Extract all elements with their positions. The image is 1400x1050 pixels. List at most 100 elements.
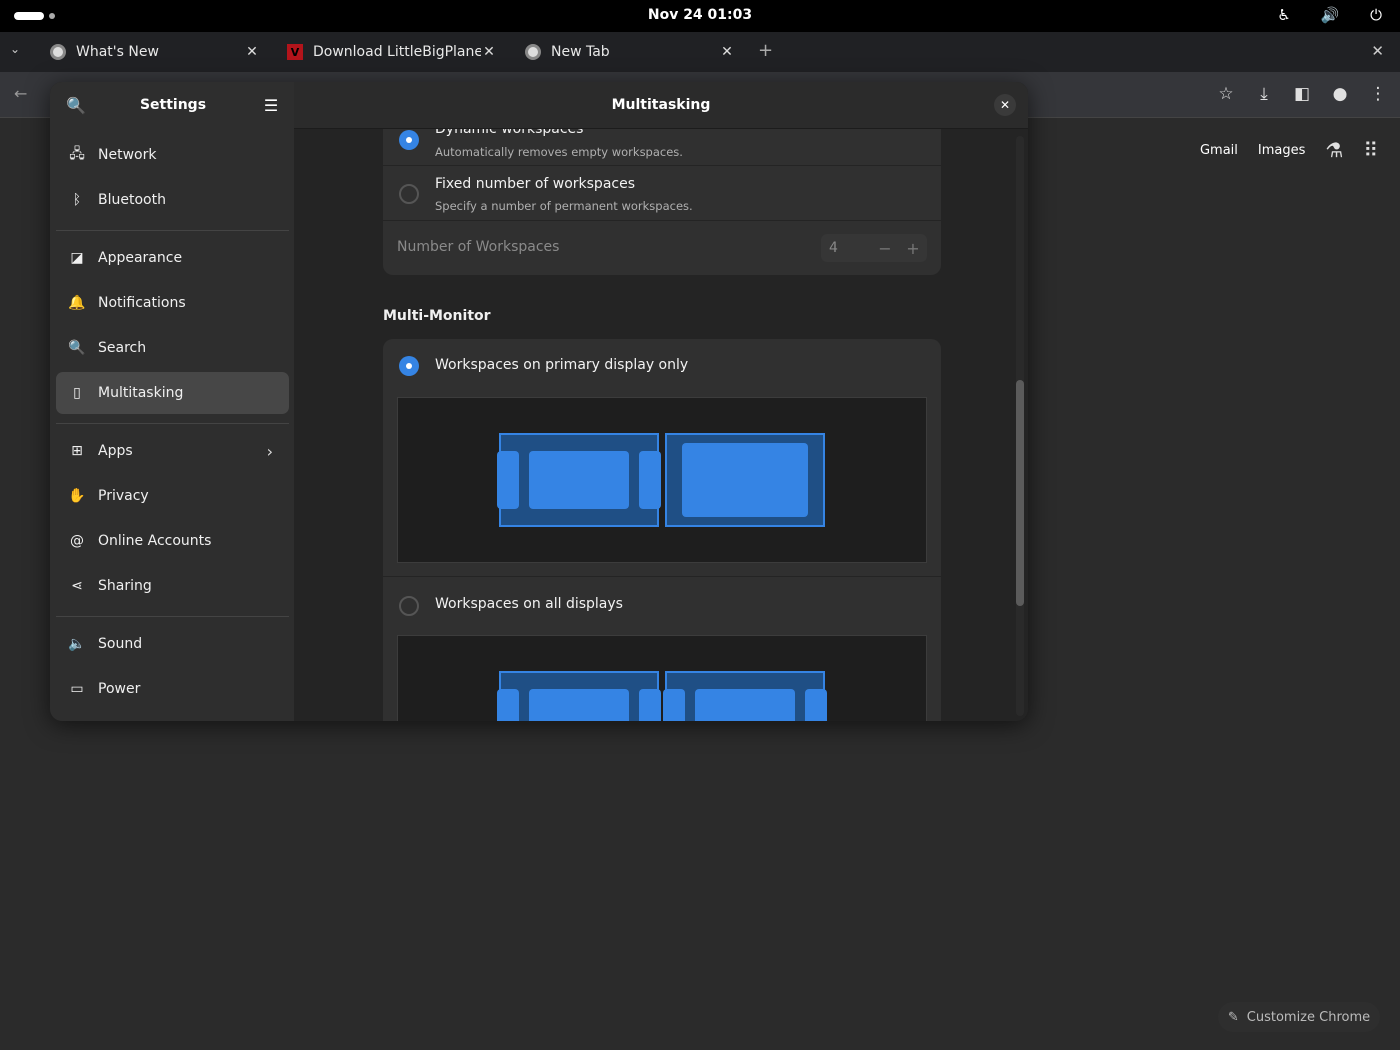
activities-indicator[interactable]	[14, 12, 55, 20]
images-link[interactable]: Images	[1258, 143, 1306, 158]
battery-icon: ▭	[70, 681, 84, 697]
new-tab-button[interactable]: +	[758, 40, 773, 61]
search-icon: 🔍	[68, 340, 86, 356]
tab-close-icon[interactable]: ✕	[244, 44, 260, 60]
customize-chrome-label: Customize Chrome	[1246, 1009, 1371, 1025]
settings-scroll-area[interactable]: Dynamic workspaces Automatically removes…	[294, 129, 1028, 721]
tab-close-icon[interactable]: ✕	[481, 44, 497, 60]
accessibility-icon[interactable]: ♿	[1274, 6, 1294, 24]
sidebar-item-apps[interactable]: ⊞ Apps ›	[56, 430, 289, 472]
sidebar-item-privacy[interactable]: ✋ Privacy	[56, 475, 289, 517]
labs-flask-icon[interactable]: ⚗	[1325, 138, 1343, 162]
google-links: Gmail Images ⚗ ⠿	[1200, 138, 1378, 162]
hamburger-menu-icon[interactable]: ☰	[262, 96, 280, 115]
chrome-icon	[525, 44, 541, 60]
sidebar-item-label: Network	[98, 147, 157, 163]
sidebar-divider	[56, 616, 289, 617]
side-panel-icon[interactable]: ◧	[1292, 84, 1312, 104]
sidebar-item-power[interactable]: ▭ Power	[56, 668, 289, 710]
back-arrow-icon[interactable]: ←	[14, 84, 27, 103]
gmail-link[interactable]: Gmail	[1200, 143, 1238, 158]
sidebar-item-label: Multitasking	[98, 385, 184, 401]
workspace-dot	[49, 13, 55, 19]
sidebar-item-search[interactable]: 🔍 Search	[56, 327, 289, 369]
number-of-workspaces-row: Number of Workspaces 4 − +	[383, 221, 941, 275]
primary-display-radio[interactable]	[399, 356, 419, 376]
tab-download-littlebigplanet[interactable]: V Download LittleBigPlanet ✕	[277, 36, 507, 68]
settings-window: 🔍 Settings ☰ 🖧 Network ᛒ Bluetooth ◪ App…	[50, 82, 1028, 721]
close-window-icon[interactable]: ✕	[1371, 42, 1384, 60]
sidebar-item-multitasking[interactable]: ▯ Multitasking	[56, 372, 289, 414]
search-icon[interactable]: 🔍	[66, 96, 86, 115]
scrollbar-thumb[interactable]	[1016, 380, 1024, 606]
fixed-workspaces-label: Fixed number of workspaces	[435, 176, 636, 192]
multi-monitor-card: Workspaces on primary display only Works…	[383, 339, 941, 721]
tab-new-tab[interactable]: New Tab ✕	[515, 36, 745, 68]
profile-icon[interactable]: ●	[1330, 84, 1350, 104]
workspaces-count-stepper[interactable]: 4 − +	[821, 234, 927, 262]
clock[interactable]: Nov 24 01:03	[648, 7, 752, 23]
dynamic-workspaces-radio[interactable]	[399, 130, 419, 150]
sidebar-item-sharing[interactable]: ⋖ Sharing	[56, 565, 289, 607]
monitor-secondary	[665, 433, 825, 527]
sidebar-item-online-accounts[interactable]: @ Online Accounts	[56, 520, 289, 562]
power-icon[interactable]: ⏻	[1366, 6, 1386, 24]
workspaces-card: Dynamic workspaces Automatically removes…	[383, 129, 941, 275]
settings-content: Multitasking ✕ Dynamic workspaces Automa…	[294, 82, 1028, 721]
sidebar-item-network[interactable]: 🖧 Network	[56, 134, 289, 176]
all-displays-row[interactable]: Workspaces on all displays	[383, 577, 941, 721]
customize-chrome-button[interactable]: ✎ Customize Chrome	[1218, 1002, 1380, 1032]
primary-display-label: Workspaces on primary display only	[435, 357, 689, 373]
appearance-icon: ◪	[70, 250, 84, 266]
pencil-icon: ✎	[1227, 1009, 1239, 1025]
volume-icon[interactable]: 🔊	[1320, 6, 1340, 24]
sidebar-divider	[56, 423, 289, 424]
sidebar-item-sound[interactable]: 🔈 Sound	[56, 623, 289, 665]
sidebar-item-label: Sharing	[98, 578, 152, 594]
chrome-icon	[50, 44, 66, 60]
fixed-workspaces-row[interactable]: Fixed number of workspaces Specify a num…	[383, 166, 941, 221]
dynamic-workspaces-label: Dynamic workspaces	[435, 129, 584, 137]
dynamic-workspaces-description: Automatically removes empty workspaces.	[435, 145, 683, 159]
sidebar-item-label: Privacy	[98, 488, 149, 504]
bluetooth-icon: ᛒ	[72, 192, 82, 208]
more-menu-icon[interactable]: ⋮	[1368, 84, 1388, 104]
primary-display-row[interactable]: Workspaces on primary display only	[383, 339, 941, 577]
sidebar-item-label: Appearance	[98, 250, 183, 266]
settings-sidebar: 🔍 Settings ☰ 🖧 Network ᛒ Bluetooth ◪ App…	[50, 82, 294, 721]
tab-whats-new[interactable]: What's New ✕	[40, 36, 270, 68]
apps-grid-icon[interactable]: ⠿	[1363, 138, 1378, 162]
page-title: Multitasking	[294, 82, 1028, 129]
fixed-workspaces-description: Specify a number of permanent workspaces…	[435, 199, 693, 213]
primary-display-preview	[397, 397, 927, 563]
fixed-workspaces-radio[interactable]	[399, 184, 419, 204]
bell-icon: 🔔	[68, 295, 86, 311]
decrement-button[interactable]: −	[871, 239, 899, 258]
tab-search-chevron-icon[interactable]: ⌄	[10, 42, 20, 56]
close-settings-button[interactable]: ✕	[994, 94, 1016, 116]
sidebar-item-label: Bluetooth	[98, 192, 166, 208]
system-top-bar: Nov 24 01:03 ♿ 🔊 ⏻	[0, 0, 1400, 32]
sidebar-item-appearance[interactable]: ◪ Appearance	[56, 237, 289, 279]
download-icon[interactable]: ⤓	[1254, 84, 1274, 104]
sidebar-item-label: Apps	[98, 443, 133, 459]
increment-button[interactable]: +	[899, 239, 927, 258]
vertical-scrollbar[interactable]	[1016, 136, 1024, 716]
multi-monitor-heading: Multi-Monitor	[383, 308, 491, 324]
sidebar-item-label: Online Accounts	[98, 533, 212, 549]
bookmark-star-icon[interactable]: ☆	[1216, 84, 1236, 104]
workspace-active-pill	[14, 12, 44, 20]
tab-title: Download LittleBigPlanet	[313, 44, 481, 60]
sidebar-item-bluetooth[interactable]: ᛒ Bluetooth	[56, 179, 289, 221]
multitasking-icon: ▯	[73, 385, 81, 401]
all-displays-preview	[397, 635, 927, 721]
browser-tab-strip: ⌄ What's New ✕ V Download LittleBigPlane…	[0, 32, 1400, 72]
all-displays-radio[interactable]	[399, 596, 419, 616]
apps-icon: ⊞	[71, 443, 83, 459]
tab-close-icon[interactable]: ✕	[719, 44, 735, 60]
dynamic-workspaces-row[interactable]: Dynamic workspaces Automatically removes…	[383, 129, 941, 166]
sidebar-item-notifications[interactable]: 🔔 Notifications	[56, 282, 289, 324]
number-of-workspaces-label: Number of Workspaces	[397, 239, 560, 255]
sidebar-item-label: Search	[98, 340, 147, 356]
sidebar-item-label: Power	[98, 681, 141, 697]
